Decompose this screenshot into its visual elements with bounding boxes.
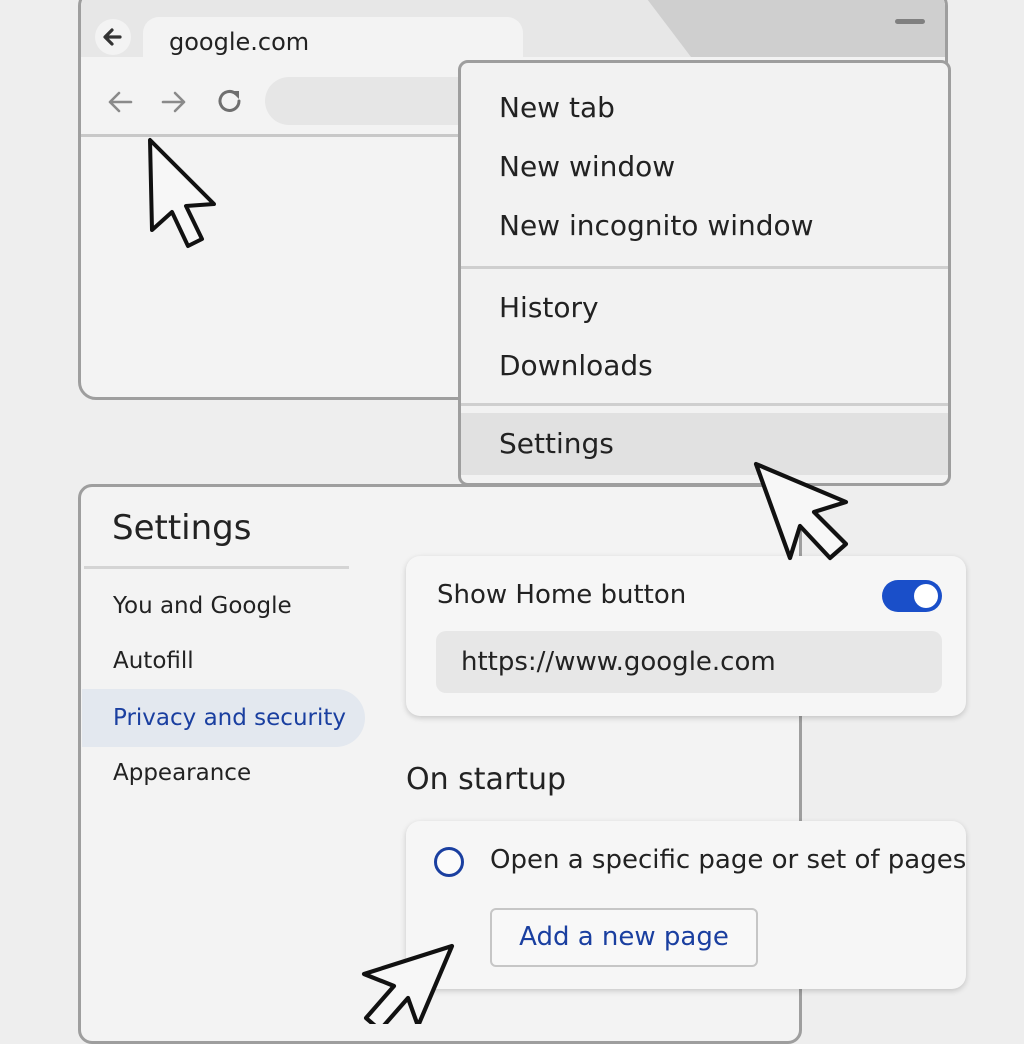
tab-title: google.com <box>169 28 310 56</box>
page-title: Settings <box>112 508 252 548</box>
menu-item-settings[interactable]: Settings <box>499 427 614 460</box>
browser-menu: New tab New window New incognito window … <box>458 60 951 486</box>
sidebar-item-appearance[interactable]: Appearance <box>113 760 251 786</box>
home-url-field[interactable]: https://www.google.com <box>436 631 942 693</box>
back-arrow-icon[interactable] <box>103 85 137 119</box>
menu-item-downloads[interactable]: Downloads <box>499 349 653 382</box>
menu-separator <box>461 266 948 269</box>
reload-icon[interactable] <box>213 84 247 118</box>
open-specific-page-label: Open a specific page or set of pages <box>490 845 967 875</box>
forward-arrow-icon[interactable] <box>157 85 191 119</box>
open-specific-page-radio[interactable] <box>434 847 464 877</box>
sidebar-divider <box>84 566 349 569</box>
menu-item-new-tab[interactable]: New tab <box>499 91 615 124</box>
sidebar-item-you-and-google[interactable]: You and Google <box>113 593 292 619</box>
tab-strip-shade <box>641 0 945 57</box>
show-home-button-toggle[interactable] <box>882 580 942 612</box>
back-circle-icon[interactable] <box>95 19 131 55</box>
add-new-page-button[interactable]: Add a new page <box>490 908 758 967</box>
show-home-button-label: Show Home button <box>437 580 687 610</box>
on-startup-heading: On startup <box>406 762 567 797</box>
menu-separator <box>461 403 948 406</box>
sidebar-item-privacy-and-security[interactable]: Privacy and security <box>113 705 346 731</box>
menu-item-new-window[interactable]: New window <box>499 150 675 183</box>
menu-item-history[interactable]: History <box>499 291 599 324</box>
menu-item-new-incognito-window[interactable]: New incognito window <box>499 209 814 242</box>
toggle-knob <box>914 584 938 608</box>
minimize-icon[interactable] <box>895 19 925 24</box>
sidebar-item-autofill[interactable]: Autofill <box>113 648 194 674</box>
